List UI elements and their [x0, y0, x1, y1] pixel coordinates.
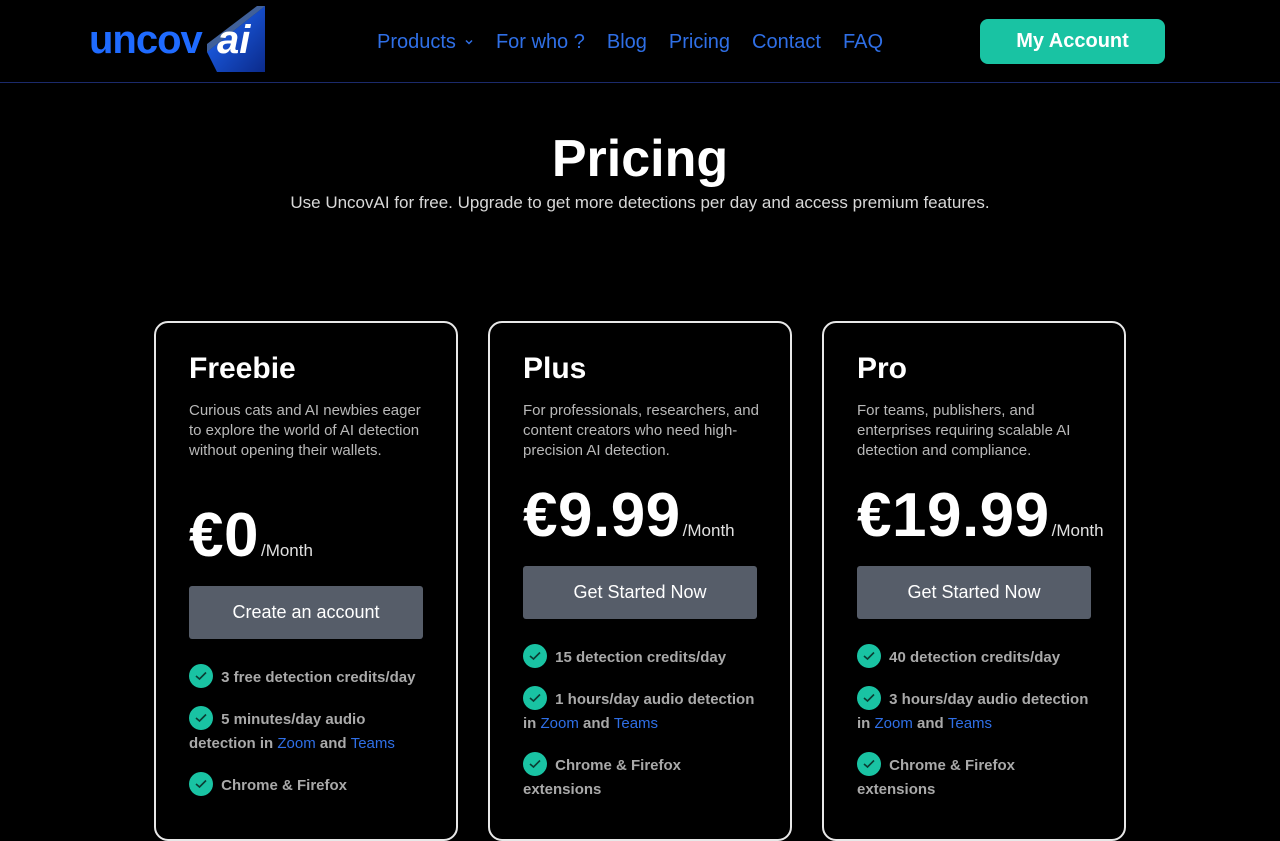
feature-and-text: and [319, 735, 347, 753]
check-icon [523, 644, 547, 669]
teams-link[interactable]: Teams [614, 715, 658, 732]
plan-card-plus: Plus For professionals, researchers, and… [488, 321, 792, 841]
plan-price: €19.99 [857, 481, 1050, 550]
check-icon [523, 752, 547, 777]
feature-item: Chrome & Firefox extensions [523, 752, 763, 802]
feature-text: 3 free detection credits/day [221, 669, 416, 686]
feature-and-text: and [583, 715, 610, 733]
site-header: uncov ai Products For who ? Blog Pricing… [0, 0, 1280, 83]
check-icon [857, 644, 881, 669]
nav-faq[interactable]: FAQ [843, 28, 883, 56]
check-icon [523, 686, 547, 711]
feature-item: Chrome & Firefox extensions [857, 752, 1097, 802]
nav-products[interactable]: Products [377, 28, 474, 56]
feature-list: 40 detection credits/day 3 hours/day aud… [857, 644, 1097, 820]
plan-description: Curious cats and AI newbies eager to exp… [189, 402, 421, 459]
nav-blog[interactable]: Blog [607, 28, 647, 56]
feature-item: 1 hours/day audio detection in Zoom and … [523, 686, 763, 736]
price-period: /Month [682, 521, 735, 540]
logo-ai-text: ai [217, 18, 251, 62]
feature-item: 15 detection credits/day [523, 644, 763, 670]
feature-item: 3 hours/day audio detection in Zoom and … [857, 686, 1097, 736]
zoom-link[interactable]: Zoom [875, 715, 913, 732]
create-account-button[interactable]: Create an account [189, 586, 423, 639]
feature-item: 40 detection credits/day [857, 644, 1097, 670]
page-title: Pricing [551, 130, 729, 188]
plan-card-freebie: Freebie Curious cats and AI newbies eage… [154, 321, 458, 841]
plan-name: Pro [857, 352, 908, 385]
feature-list: 3 free detection credits/day 5 minutes/d… [189, 664, 429, 816]
plan-description: For professionals, researchers, and cont… [523, 402, 759, 459]
zoom-link[interactable]: Zoom [541, 715, 579, 732]
plan-name: Freebie [189, 352, 296, 385]
check-icon [189, 772, 213, 797]
price-period: /Month [1051, 521, 1104, 540]
feature-text: 40 detection credits/day [889, 649, 1061, 666]
price-period: /Month [260, 541, 313, 560]
check-icon [189, 706, 213, 731]
price-row: €9.99 /Month [523, 481, 735, 551]
price-row: €19.99 /Month [857, 481, 1104, 551]
nav-pricing[interactable]: Pricing [669, 28, 730, 56]
feature-and-text: and [917, 715, 944, 733]
feature-text: 15 detection credits/day [555, 649, 727, 666]
teams-link[interactable]: Teams [948, 715, 992, 732]
plan-name: Plus [523, 352, 587, 385]
chevron-down-icon [465, 39, 473, 45]
check-icon [857, 752, 881, 777]
plan-price: €0 [189, 501, 259, 570]
feature-item: Chrome & Firefox [189, 772, 429, 798]
feature-text: Chrome & Firefox [221, 777, 348, 795]
plan-price: €9.99 [523, 481, 681, 550]
page-subtitle: Use UncovAI for free. Upgrade to get mor… [290, 193, 990, 212]
nav-products-label: Products [377, 31, 456, 53]
feature-item: 5 minutes/day audio detection in Zoom an… [189, 706, 429, 756]
teams-link[interactable]: Teams [351, 735, 395, 752]
zoom-link[interactable]: Zoom [277, 735, 315, 752]
get-started-button[interactable]: Get Started Now [857, 566, 1091, 619]
feature-item: 3 free detection credits/day [189, 664, 429, 690]
plan-card-pro: Pro For teams, publishers, and enterpris… [822, 321, 1126, 841]
nav-contact[interactable]: Contact [752, 28, 821, 56]
get-started-button[interactable]: Get Started Now [523, 566, 757, 619]
my-account-button[interactable]: My Account [980, 19, 1165, 64]
main-nav: Products For who ? Blog Pricing Contact … [377, 28, 905, 56]
uncovai-logo[interactable]: uncov ai [89, 6, 265, 72]
price-row: €0 /Month [189, 501, 313, 571]
check-icon [857, 686, 881, 711]
nav-for-who[interactable]: For who ? [496, 28, 585, 56]
logo-text: uncov [89, 18, 203, 62]
plan-description: For teams, publishers, and enterprises r… [857, 402, 1071, 459]
check-icon [189, 664, 213, 689]
feature-list: 15 detection credits/day 1 hours/day aud… [523, 644, 763, 820]
